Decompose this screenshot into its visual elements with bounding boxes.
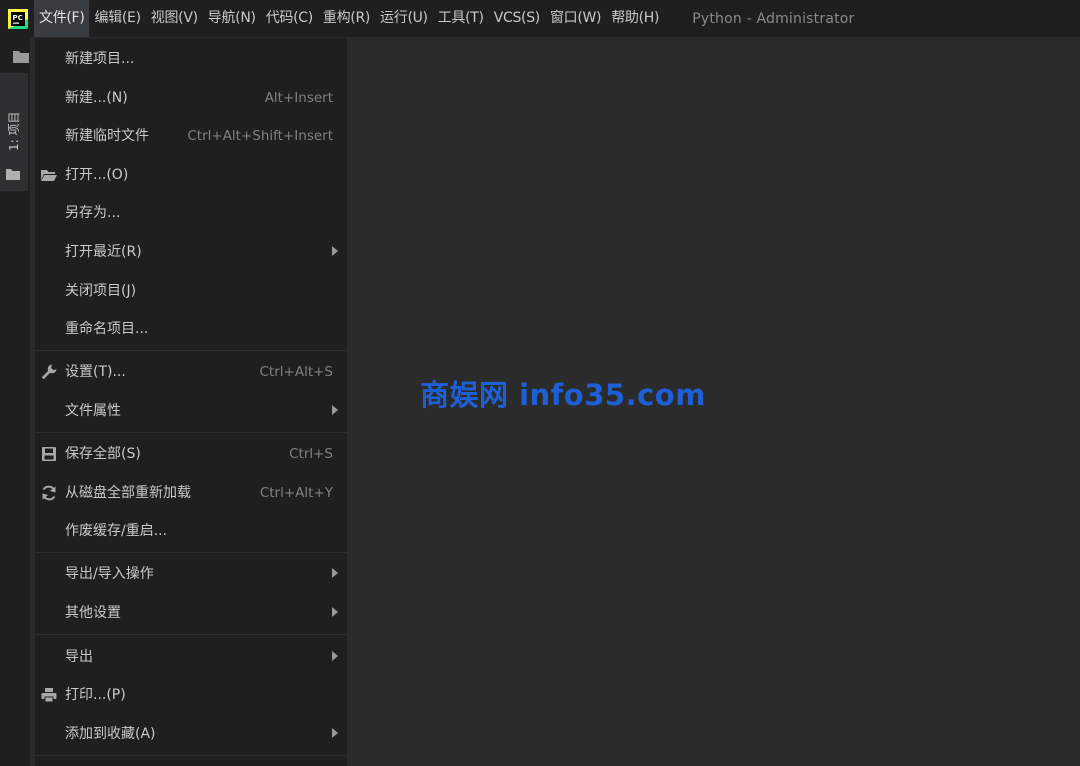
- menu-vcs[interactable]: VCS(S): [489, 0, 545, 37]
- menu-item-label: 从磁盘全部重新加载: [65, 485, 191, 501]
- submenu-arrow-icon: [332, 405, 338, 415]
- menu-tools[interactable]: 工具(T): [433, 0, 489, 37]
- menu-item-settings[interactable]: 设置(T)... Ctrl+Alt+S: [35, 354, 347, 390]
- submenu-arrow-icon: [332, 651, 338, 661]
- menu-item-export-import-settings[interactable]: 导出/导入操作: [35, 556, 347, 592]
- menu-item-open-recent[interactable]: 打开最近(R): [35, 234, 347, 270]
- menu-item-add-to-favorites[interactable]: 添加到收藏(A): [35, 716, 347, 752]
- wrench-icon: [41, 364, 57, 380]
- menu-file[interactable]: 文件(F): [34, 0, 90, 37]
- menu-separator: [35, 552, 347, 553]
- menu-item-new-scratch-file[interactable]: 新建临时文件 Ctrl+Alt+Shift+Insert: [35, 118, 347, 154]
- window-title: Python - Administrator: [692, 10, 855, 27]
- svg-text:PC: PC: [13, 14, 23, 22]
- menu-item-label: 关闭项目(J): [65, 283, 137, 299]
- menu-item-label: 新建临时文件: [65, 128, 149, 144]
- menu-item-label: 另存为...: [65, 205, 121, 221]
- file-menu-dropdown: 新建项目... 新建...(N) Alt+Insert 新建临时文件 Ctrl+…: [35, 38, 348, 766]
- menu-item-label: 导出: [65, 649, 93, 665]
- printer-icon: [41, 687, 57, 703]
- menu-item-label: 添加到收藏(A): [65, 726, 156, 742]
- menu-item-reload-all[interactable]: 从磁盘全部重新加载 Ctrl+Alt+Y: [35, 475, 347, 511]
- menu-item-rename-project[interactable]: 重命名项目...: [35, 311, 347, 347]
- tool-window-strip: 1: 项目: [0, 37, 30, 766]
- menu-item-close-project[interactable]: 关闭项目(J): [35, 273, 347, 309]
- submenu-arrow-icon: [332, 568, 338, 578]
- menu-separator: [35, 350, 347, 351]
- menu-item-label: 新建...(N): [65, 90, 128, 106]
- menu-item-label: 其他设置: [65, 605, 121, 621]
- menu-help[interactable]: 帮助(H): [606, 0, 664, 37]
- project-tab-label: 1: 项目: [7, 111, 21, 152]
- save-disk-icon: [41, 446, 57, 462]
- menu-item-label: 导出/导入操作: [65, 566, 154, 582]
- shortcut-label: Ctrl+Alt+Y: [259, 485, 333, 501]
- menu-view[interactable]: 视图(V): [146, 0, 203, 37]
- menu-item-label: 新建项目...: [65, 51, 135, 67]
- menu-item-invalidate-caches[interactable]: 作废缓存/重启...: [35, 513, 347, 549]
- menu-item-save-all[interactable]: 保存全部(S) Ctrl+S: [35, 436, 347, 472]
- menu-item-label: 打开...(O): [65, 167, 129, 183]
- shortcut-label: Ctrl+Alt+S: [259, 364, 334, 380]
- menu-edit[interactable]: 编辑(E): [89, 0, 145, 37]
- menu-item-open[interactable]: 打开...(O): [35, 157, 347, 193]
- shortcut-label: Ctrl+S: [289, 446, 333, 462]
- menu-run[interactable]: 运行(U): [375, 0, 433, 37]
- menu-item-print[interactable]: 打印...(P): [35, 677, 347, 713]
- menu-navigate[interactable]: 导航(N): [203, 0, 261, 37]
- menu-window[interactable]: 窗口(W): [545, 0, 606, 37]
- menu-item-save-as[interactable]: 另存为...: [35, 195, 347, 231]
- menu-item-other-settings[interactable]: 其他设置: [35, 595, 347, 631]
- project-tool-tab[interactable]: 1: 项目: [0, 73, 28, 191]
- submenu-arrow-icon: [332, 246, 338, 256]
- menu-item-export[interactable]: 导出: [35, 639, 347, 675]
- refresh-icon: [41, 485, 57, 501]
- menu-separator: [35, 634, 347, 635]
- menu-item-label: 文件属性: [65, 403, 121, 419]
- menu-item-new-project[interactable]: 新建项目...: [35, 41, 347, 77]
- menu-item-label: 打印...(P): [65, 687, 126, 703]
- menu-item-label: 保存全部(S): [65, 446, 141, 462]
- project-folder-icon: [6, 165, 20, 184]
- submenu-arrow-icon: [332, 607, 338, 617]
- menu-item-label: 设置(T)...: [65, 364, 126, 380]
- menu-separator: [35, 432, 347, 433]
- submenu-arrow-icon: [332, 728, 338, 738]
- menu-bar: PC 文件(F) 编辑(E) 视图(V) 导航(N) 代码(C) 重构(R) 运…: [0, 0, 1080, 37]
- menu-refactor[interactable]: 重构(R): [318, 0, 375, 37]
- menu-item-new[interactable]: 新建...(N) Alt+Insert: [35, 80, 347, 116]
- menu-item-label: 重命名项目...: [65, 321, 149, 337]
- shortcut-label: Ctrl+Alt+Shift+Insert: [187, 128, 333, 144]
- shortcut-label: Alt+Insert: [264, 90, 333, 106]
- menu-item-label: 作废缓存/重启...: [65, 523, 168, 539]
- menu-item-file-properties[interactable]: 文件属性: [35, 393, 347, 429]
- pycharm-logo-icon: PC: [8, 8, 28, 29]
- menu-item-label: 打开最近(R): [65, 244, 142, 260]
- open-folder-icon: [41, 167, 57, 183]
- watermark-text: 商娱网 info35.com: [420, 378, 706, 412]
- menu-separator: [35, 755, 347, 756]
- menu-code[interactable]: 代码(C): [261, 0, 318, 37]
